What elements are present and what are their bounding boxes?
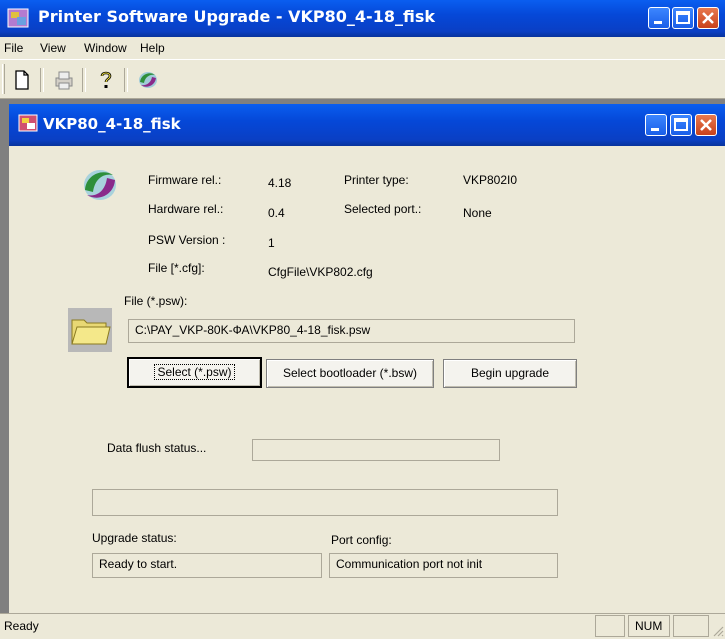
- maximize-icon: [674, 118, 688, 131]
- hardware-label: Hardware rel.:: [148, 202, 224, 216]
- printer-type-label: Printer type:: [344, 173, 409, 187]
- psw-version-value: 1: [268, 236, 275, 250]
- printer-type-value: VKP802I0: [463, 173, 518, 187]
- print-icon[interactable]: [52, 68, 76, 92]
- menu-view[interactable]: View: [40, 41, 66, 55]
- psw-version-label: PSW Version :: [148, 233, 226, 247]
- child-title: VKP80_4-18_fisk: [43, 115, 181, 133]
- status-pane-caps: [595, 615, 625, 637]
- cfg-file-label: File [*.cfg]:: [148, 261, 205, 275]
- cfg-file-value: CfgFile\VKP802.cfg: [268, 265, 373, 279]
- upgrade-progress-bar: [92, 489, 558, 516]
- minimize-button[interactable]: [648, 7, 670, 29]
- status-pane-num: NUM: [628, 615, 670, 637]
- close-icon: [702, 12, 714, 24]
- help-icon[interactable]: [94, 68, 118, 92]
- child-maximize-button[interactable]: [670, 114, 692, 136]
- document-app-icon: [18, 114, 38, 132]
- close-icon: [700, 119, 712, 131]
- selected-port-value: None: [463, 206, 492, 220]
- minimize-icon: [651, 128, 659, 131]
- select-psw-button[interactable]: Select (*.psw): [127, 357, 262, 388]
- close-button[interactable]: [697, 7, 719, 29]
- port-config-field: Communication port not init: [329, 553, 558, 578]
- new-document-icon[interactable]: [10, 68, 34, 92]
- firmware-value: 4.18: [268, 176, 292, 190]
- maximize-icon: [676, 11, 690, 24]
- upgrade-status-field: Ready to start.: [92, 553, 322, 578]
- status-text: Ready: [4, 619, 39, 633]
- psw-file-label: File (*.psw):: [124, 294, 188, 308]
- resize-grip-icon[interactable]: [711, 624, 724, 637]
- select-bootloader-button[interactable]: Select bootloader (*.bsw): [266, 359, 434, 388]
- toolbar-grip[interactable]: [2, 64, 5, 94]
- folder-icon[interactable]: [68, 308, 112, 352]
- toolbar-separator: [40, 68, 44, 92]
- maximize-button[interactable]: [672, 7, 694, 29]
- toolbar-separator: [124, 68, 128, 92]
- data-flush-label: Data flush status...: [107, 441, 207, 455]
- minimize-icon: [654, 21, 662, 24]
- child-close-button[interactable]: [695, 114, 717, 136]
- upgrade-status-label: Upgrade status:: [92, 531, 177, 545]
- toolbar-separator: [82, 68, 86, 92]
- select-psw-label: Select (*.psw): [154, 364, 235, 380]
- menu-help[interactable]: Help: [140, 41, 165, 55]
- logo-icon[interactable]: [136, 68, 160, 92]
- company-logo-icon: [84, 170, 116, 200]
- psw-path-field[interactable]: C:\PAY_VKP-80K-ФА\VKP80_4-18_fisk.psw: [128, 319, 575, 343]
- hardware-value: 0.4: [268, 206, 285, 220]
- menu-file[interactable]: File: [4, 41, 23, 55]
- child-minimize-button[interactable]: [645, 114, 667, 136]
- menu-window[interactable]: Window: [84, 41, 127, 55]
- selected-port-label: Selected port.:: [344, 202, 422, 216]
- firmware-label: Firmware rel.:: [148, 173, 222, 187]
- status-pane-scroll: [673, 615, 709, 637]
- begin-upgrade-button[interactable]: Begin upgrade: [443, 359, 577, 388]
- port-config-label: Port config:: [331, 533, 392, 547]
- data-flush-field: [252, 439, 500, 461]
- app-title: Printer Software Upgrade - VKP80_4-18_fi…: [38, 7, 435, 26]
- app-icon: [7, 8, 29, 28]
